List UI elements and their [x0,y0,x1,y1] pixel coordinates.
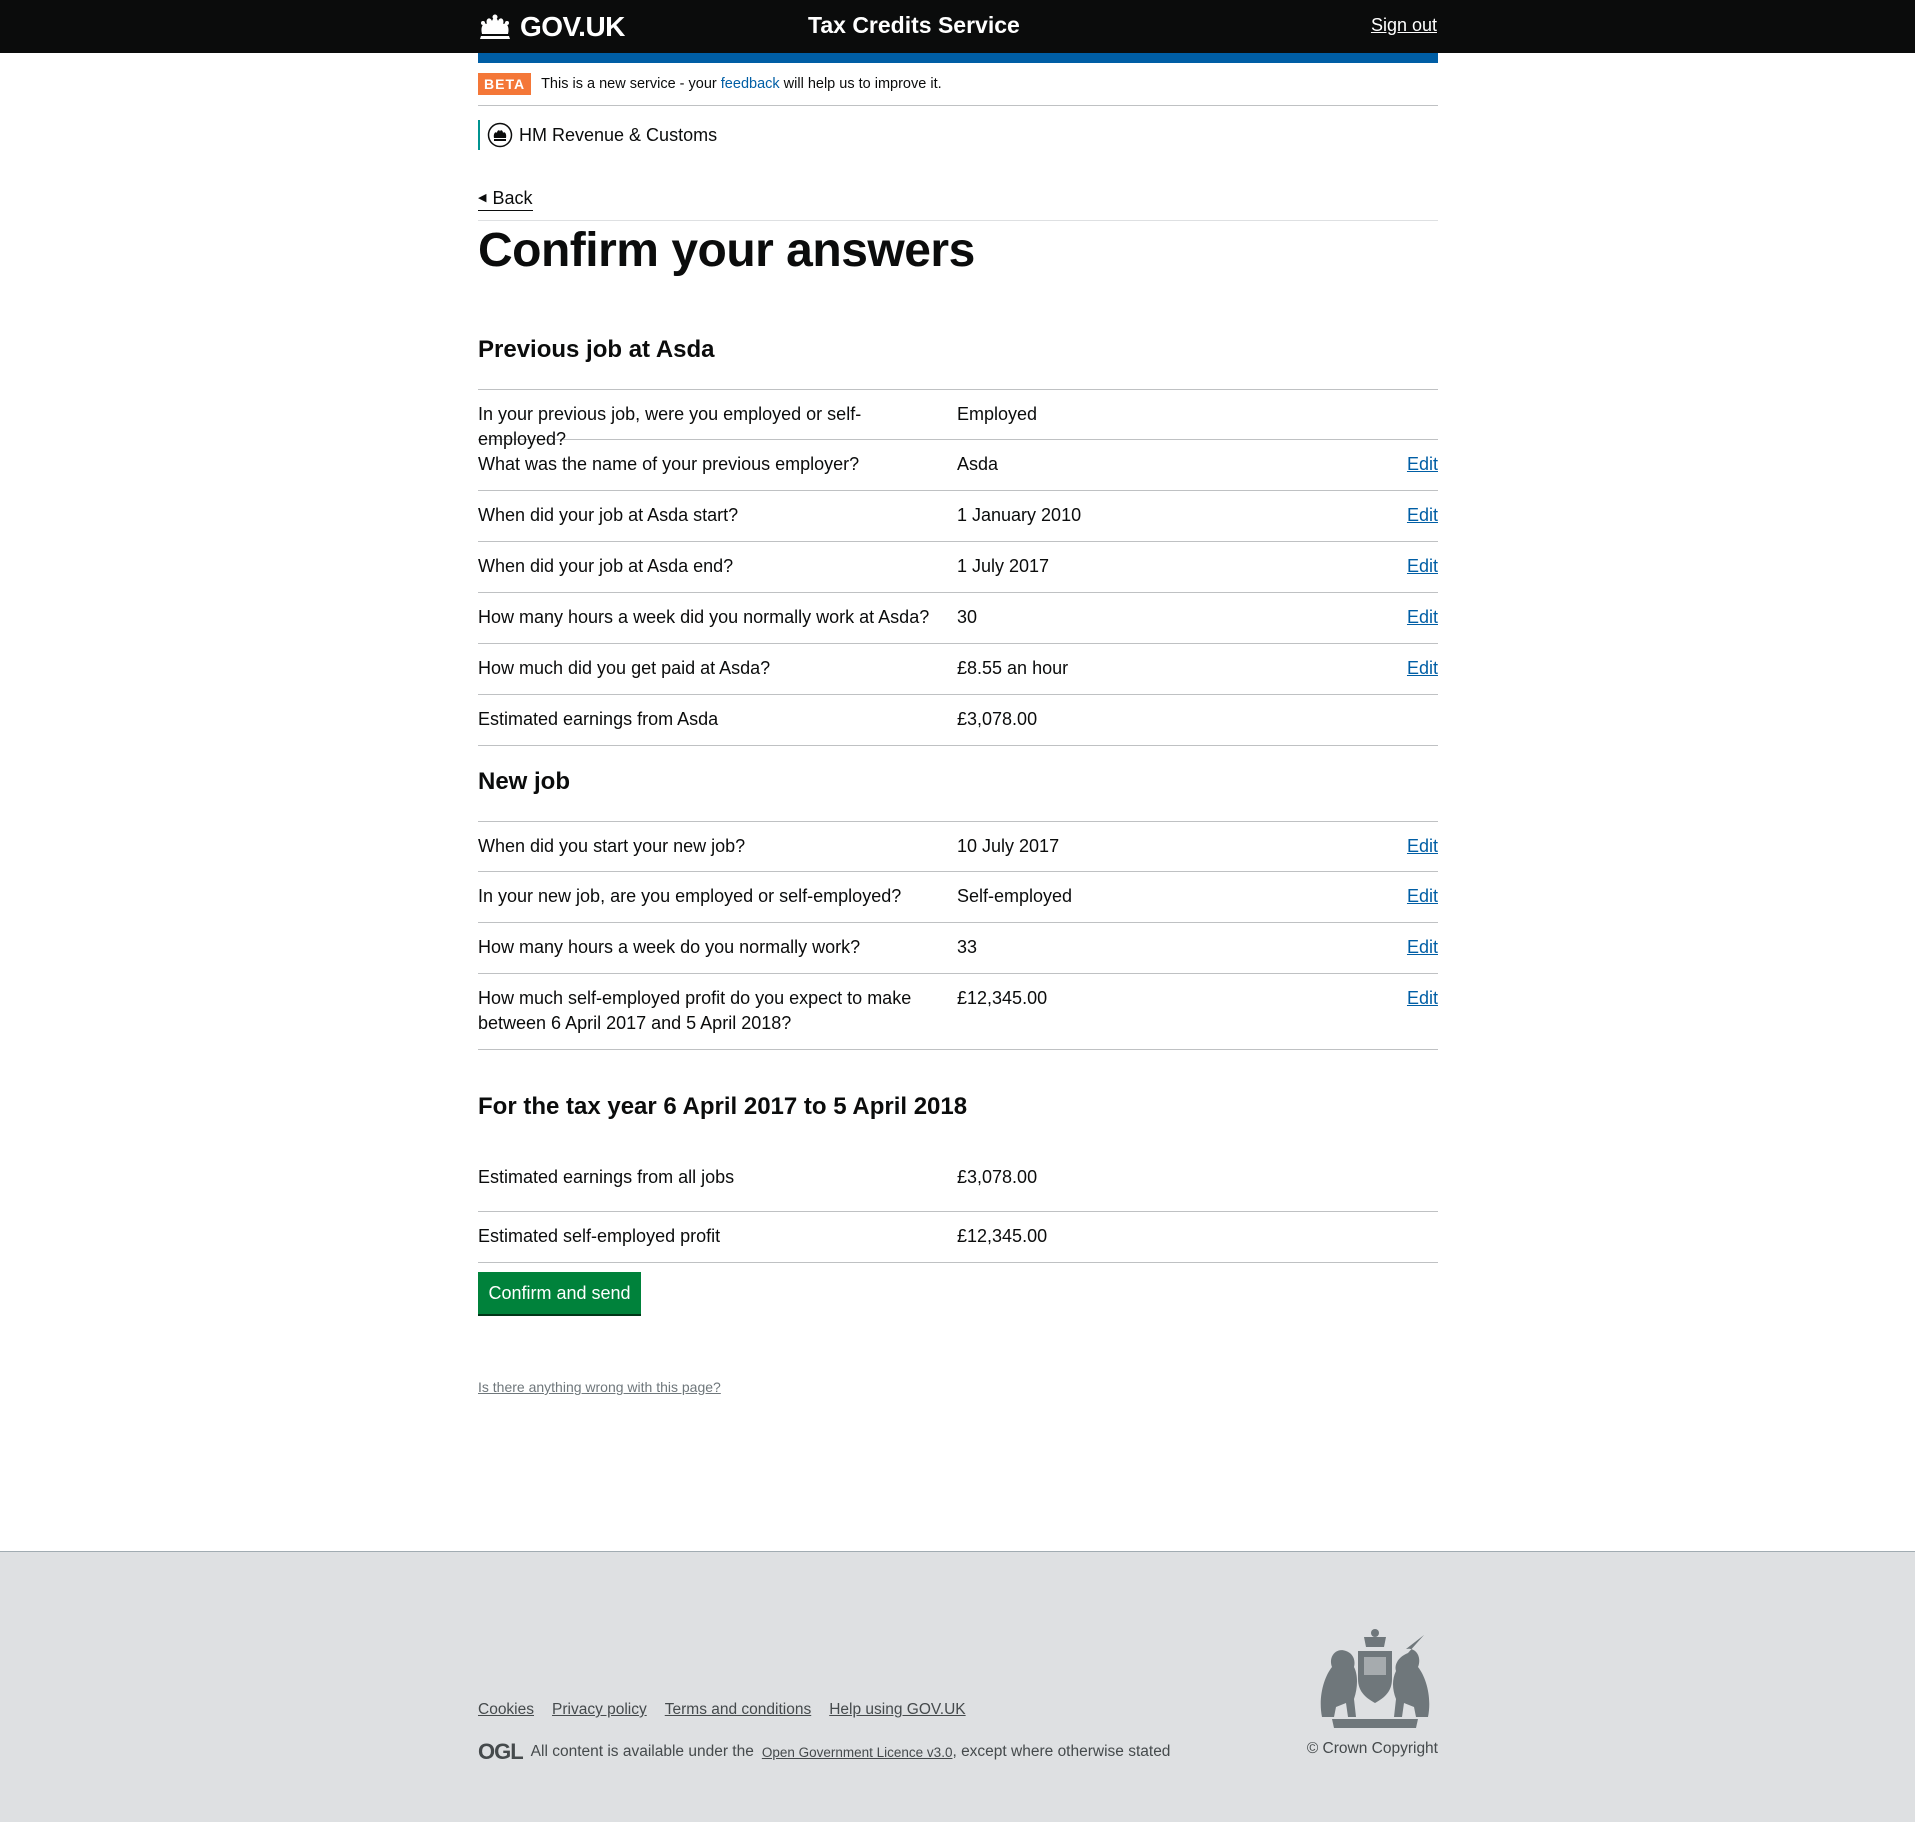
edit-pay-link[interactable]: Edit [1407,656,1438,681]
summary-answer: £12,345.00 [957,988,1048,1008]
summary-question: How much did you get paid at Asda? [478,658,771,678]
licence-link[interactable]: Open Government Licence v3.0 [762,1745,953,1760]
edit-profit-link[interactable]: Edit [1407,986,1438,1011]
organisation-brand: HM Revenue & Customs [478,120,717,150]
main-content: BETA This is a new service - your feedba… [0,53,1915,1551]
govuk-logo-text: GOV.UK [520,11,625,42]
footer-links: Cookies Privacy policy Terms and conditi… [478,1701,966,1719]
summary-list-new-job: When did you start your new job? 10 July… [478,821,1438,1050]
edit-new-job-start-link[interactable]: Edit [1407,834,1438,859]
summary-question: How many hours a week do you normally wo… [478,937,861,957]
summary-answer: Asda [957,454,999,474]
summary-row: When did your job at Asda start? 1 Janua… [478,491,1438,542]
summary-row: How many hours a week did you normally w… [478,593,1438,644]
summary-question: In your new job, are you employed or sel… [478,886,902,906]
summary-row: Estimated self-employed profit £12,345.0… [478,1212,1438,1263]
edit-employment-type-link[interactable]: Edit [1407,884,1438,909]
summary-answer: 30 [957,607,978,627]
back-triangle-icon: ◀ [478,192,487,204]
back-link[interactable]: ◀ Back [478,187,533,211]
section-heading-tax-year: For the tax year 6 April 2017 to 5 April… [478,1093,968,1120]
summary-row: In your previous job, were you employed … [478,389,1438,449]
summary-row: How much did you get paid at Asda? £8.55… [478,644,1438,695]
summary-answer: 1 January 2010 [957,505,1082,525]
phase-banner: BETA This is a new service - your feedba… [478,63,1438,106]
footer-link-terms[interactable]: Terms and conditions [665,1701,811,1719]
summary-question: Estimated self-employed profit [478,1226,721,1246]
summary-answer: Self-employed [957,886,1073,906]
summary-row: When did you start your new job? 10 July… [478,821,1438,872]
edit-job-start-link[interactable]: Edit [1407,503,1438,528]
summary-row: How many hours a week do you normally wo… [478,923,1438,974]
licence-text-after: , except where otherwise stated [952,1743,1171,1760]
summary-question: Estimated earnings from Asda [478,709,719,729]
licence-text-before: All content is available under the [530,1743,754,1760]
summary-row: Estimated earnings from all jobs £3,078.… [478,1161,1438,1212]
footer-link-cookies[interactable]: Cookies [478,1701,534,1719]
organisation-name: HM Revenue & Customs [519,124,718,145]
edit-employer-name-link[interactable]: Edit [1407,452,1438,477]
summary-question: What was the name of your previous emplo… [478,454,860,474]
hmrc-crest-icon [487,122,513,148]
summary-row: How much self-employed profit do you exp… [478,974,1438,1050]
edit-job-end-link[interactable]: Edit [1407,554,1438,579]
phase-text-before: This is a new service - your [541,76,717,92]
summary-answer: 1 July 2017 [957,556,1050,576]
summary-question: Estimated earnings from all jobs [478,1167,735,1187]
section-heading-previous-job: Previous job at Asda [478,336,715,363]
ogl-logo: OGL [478,1739,524,1764]
summary-question: When did you start your new job? [478,836,746,856]
summary-list-previous-job: In your previous job, were you employed … [478,389,1438,746]
summary-question: When did your job at Asda end? [478,556,734,576]
summary-list-tax-year: Estimated earnings from all jobs £3,078.… [478,1161,1438,1263]
summary-answer: Employed [957,404,1038,424]
summary-answer: £12,345.00 [957,1226,1048,1246]
edit-new-hours-link[interactable]: Edit [1407,935,1438,960]
royal-coat-of-arms-icon [1320,1629,1430,1728]
footer: Cookies Privacy policy Terms and conditi… [0,1551,1915,1822]
summary-question: When did your job at Asda start? [478,505,739,525]
summary-question: How much self-employed profit do you exp… [478,988,912,1033]
report-problem-link[interactable]: Is there anything wrong with this page? [478,1379,721,1395]
footer-link-privacy[interactable]: Privacy policy [552,1701,647,1719]
summary-answer: £3,078.00 [957,709,1038,729]
page-title: Confirm your answers [478,224,975,277]
section-heading-new-job: New job [478,768,571,795]
crown-copyright-link[interactable]: © Crown Copyright [1307,1740,1438,1758]
confirm-and-send-button[interactable]: Confirm and send [478,1272,641,1314]
footer-link-help[interactable]: Help using GOV.UK [829,1701,965,1719]
summary-row: In your new job, are you employed or sel… [478,872,1438,923]
summary-answer: £3,078.00 [957,1167,1038,1187]
govuk-header: GOV.UK Tax Credits Service Sign out [0,0,1915,53]
summary-row: When did your job at Asda end? 1 July 20… [478,542,1438,593]
edit-hours-link[interactable]: Edit [1407,605,1438,630]
summary-row: Estimated earnings from Asda £3,078.00 [478,695,1438,746]
service-name-link[interactable]: Tax Credits Service [808,12,1020,39]
licence-message: OGL All content is available under the O… [478,1739,1170,1765]
feedback-link[interactable]: feedback [721,76,780,92]
phase-banner-text: This is a new service - your feedback wi… [541,76,942,92]
summary-answer: 10 July 2017 [957,836,1060,856]
summary-row: What was the name of your previous emplo… [478,440,1438,491]
summary-answer: 33 [957,937,978,957]
header-blue-bar [478,53,1438,63]
govuk-logo-link[interactable]: GOV.UK [478,10,625,44]
sign-out-link[interactable]: Sign out [1371,15,1437,36]
summary-answer: £8.55 an hour [957,658,1069,678]
phase-text-after: will help us to improve it. [783,76,942,92]
summary-question: How many hours a week did you normally w… [478,607,930,627]
crown-icon [480,14,510,39]
beta-tag: BETA [478,73,532,95]
back-link-label: Back [492,188,533,208]
